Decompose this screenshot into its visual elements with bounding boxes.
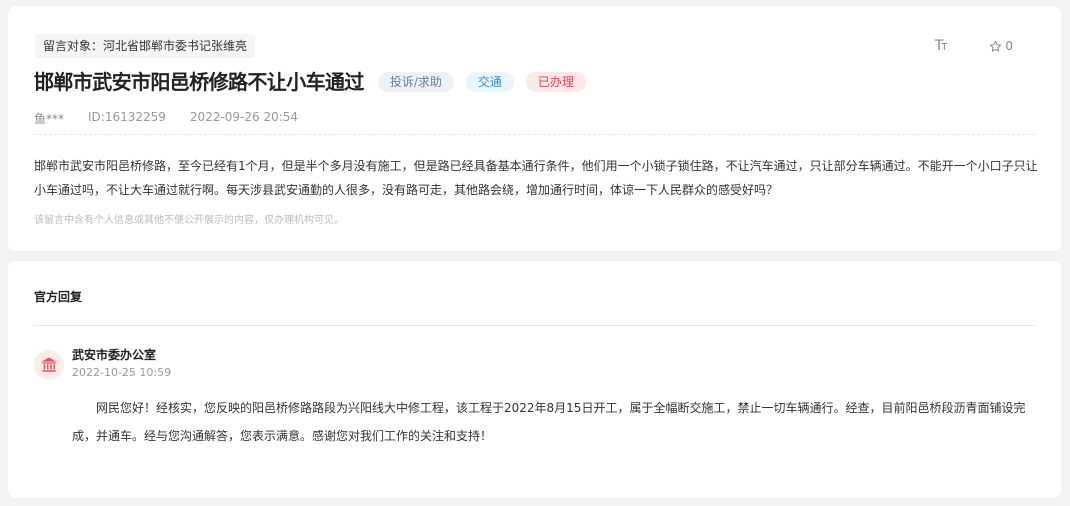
message-meta: 鱼*** ID:16132259 2022-09-26 20:54 — [34, 110, 298, 127]
status-badge: 已办理 — [525, 72, 586, 92]
favorite-button[interactable]: 0 — [989, 39, 1013, 53]
reply-card: 官方回复 武安市委办公室 2022-10-25 10:59 网民您好！经核实，您… — [8, 261, 1061, 498]
reply-content: 网民您好！经核实，您反映的阳邑桥修路路段为兴阳线大中修工程，该工程于2022年8… — [72, 401, 1026, 443]
message-card: 留言对象：河北省邯郸市委书记张维亮 TT 0 邯郸市武安市阳邑桥修路不让小车通过… — [8, 6, 1061, 251]
toolbar: TT 0 — [935, 38, 1013, 54]
reply-datetime: 2022-10-25 10:59 — [72, 366, 172, 379]
message-id: ID:16132259 — [88, 110, 166, 124]
page-title: 邯郸市武安市阳邑桥修路不让小车通过 — [34, 70, 364, 94]
category-badge: 交通 — [465, 72, 514, 92]
divider — [34, 134, 1035, 135]
star-icon — [990, 40, 1002, 52]
divider — [34, 325, 1035, 326]
message-target: 留言对象：河北省邯郸市委书记张维亮 — [35, 34, 256, 58]
org-name: 武安市委办公室 — [72, 348, 157, 362]
type-badge: 投诉/求助 — [377, 72, 454, 92]
message-datetime: 2022-09-26 20:54 — [189, 110, 299, 124]
privacy-note: 该留言中含有个人信息或其他不便公开展示的内容，仅办理机构可见。 — [34, 215, 344, 226]
government-building-icon — [34, 350, 64, 380]
reply-org: 武安市委办公室 2022-10-25 10:59 — [34, 346, 171, 382]
font-size-icon[interactable]: TT — [935, 38, 948, 54]
favorite-count: 0 — [1005, 39, 1013, 53]
reply-header: 官方回复 — [34, 290, 83, 304]
message-content: 邯郸市武安市阳邑桥修路，至今已经有1个月，但是半个多月没有施工，但是路已经具备基… — [34, 159, 1038, 197]
author: 鱼*** — [34, 112, 65, 126]
title-row: 邯郸市武安市阳邑桥修路不让小车通过 投诉/求助 交通 已办理 — [34, 67, 586, 97]
